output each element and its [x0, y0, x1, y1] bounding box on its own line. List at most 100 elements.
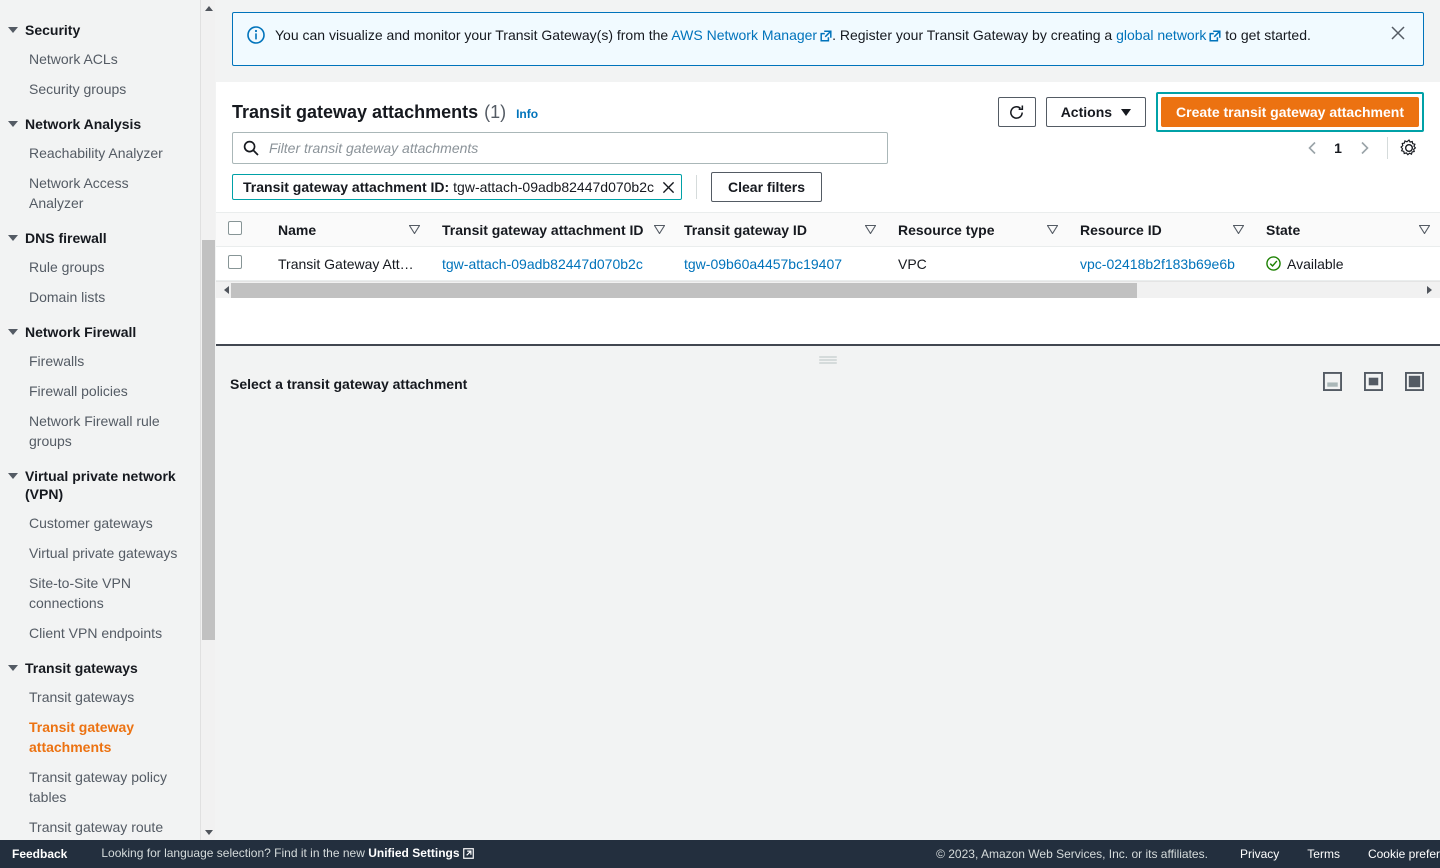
column-label: Resource ID [1080, 221, 1162, 238]
search-icon [243, 140, 259, 156]
table-row[interactable]: Transit Gateway Att… tgw-attach-09adb824… [216, 246, 1440, 281]
sidebar-item-site-to-site-vpn-connections[interactable]: Site-to-Site VPN connections [0, 568, 196, 618]
table-panel: Transit gateway attachments (1) Info Act… [216, 82, 1440, 344]
nav-group-dns-firewall: DNS firewall Rule groups Domain lists [0, 224, 196, 312]
table-preferences-button[interactable] [1396, 135, 1422, 161]
unified-settings-link[interactable]: Unified Settings [368, 846, 459, 860]
filter-token[interactable]: Transit gateway attachment ID: tgw-attac… [232, 174, 682, 200]
page-footer: Feedback Looking for language selection?… [0, 840, 1440, 868]
pagination-page-1[interactable]: 1 [1327, 140, 1349, 156]
pagination-prev-button[interactable] [1297, 133, 1327, 163]
nav-group-header-network-analysis[interactable]: Network Analysis [0, 110, 196, 138]
sidebar-item-virtual-private-gateways[interactable]: Virtual private gateways [0, 538, 196, 568]
nav-group-header-transit-gateways[interactable]: Transit gateways [0, 654, 196, 682]
sort-icon[interactable] [1037, 225, 1058, 234]
panel-header: Transit gateway attachments (1) Info Act… [216, 82, 1440, 132]
scroll-down-arrow-icon[interactable] [201, 824, 216, 840]
resource-id-link[interactable]: vpc-02418b2f183b69e6b [1080, 256, 1235, 272]
column-header-name[interactable]: Name [266, 212, 430, 247]
table-horizontal-scrollbar[interactable] [216, 281, 1440, 298]
column-header-attachment-id[interactable]: Transit gateway attachment ID [430, 212, 672, 247]
search-box[interactable] [232, 132, 888, 164]
sidebar-item-transit-gateways[interactable]: Transit gateways [0, 682, 196, 712]
scroll-up-arrow-icon[interactable] [201, 0, 216, 16]
sidebar-item-domain-lists[interactable]: Domain lists [0, 282, 196, 312]
column-header-transit-gateway-id[interactable]: Transit gateway ID [672, 212, 886, 247]
cell-attachment-id: tgw-attach-09adb82447d070b2c [430, 246, 672, 281]
split-panel-layout-controls [1323, 372, 1424, 394]
sort-icon[interactable] [644, 225, 665, 234]
split-panel: Select a transit gateway attachment [216, 344, 1440, 840]
chevron-right-icon [1360, 141, 1369, 155]
column-header-resource-type[interactable]: Resource type [886, 212, 1068, 247]
sidebar-item-transit-gateway-policy-tables[interactable]: Transit gateway policy tables [0, 762, 196, 812]
nav-group-header-vpn[interactable]: Virtual private network (VPN) [0, 462, 196, 508]
column-label: Resource type [898, 221, 995, 238]
clear-filters-button[interactable]: Clear filters [711, 172, 823, 202]
nav-group-header-network-firewall[interactable]: Network Firewall [0, 318, 196, 346]
sidebar-item-customer-gateways[interactable]: Customer gateways [0, 508, 196, 538]
attachment-id-link[interactable]: tgw-attach-09adb82447d070b2c [442, 256, 643, 272]
layout-bottom-icon[interactable] [1323, 372, 1342, 394]
row-checkbox[interactable] [228, 255, 242, 269]
feedback-link[interactable]: Feedback [12, 847, 67, 861]
transit-gateway-id-link[interactable]: tgw-09b60a4457bc19407 [684, 256, 842, 272]
sidebar-item-client-vpn-endpoints[interactable]: Client VPN endpoints [0, 618, 196, 648]
page-title: Transit gateway attachments (1) Info [232, 102, 538, 123]
sidebar-item-security-groups[interactable]: Security groups [0, 74, 196, 104]
banner-text-part2: . Register your Transit Gateway by creat… [832, 27, 1117, 43]
page-title-text: Transit gateway attachments [232, 101, 479, 122]
cookie-preferences-link[interactable]: Cookie prefer [1368, 847, 1440, 861]
nav-group-vpn: Virtual private network (VPN) Customer g… [0, 462, 196, 648]
sidebar-item-transit-gateway-route-tables[interactable]: Transit gateway route tables [0, 812, 196, 840]
sidebar-item-network-acls[interactable]: Network ACLs [0, 44, 196, 74]
caret-down-icon [8, 659, 18, 677]
layout-side-icon[interactable] [1405, 372, 1424, 394]
sort-icon[interactable] [855, 225, 876, 234]
sidebar-scrollbar[interactable] [200, 0, 215, 840]
filter-token-remove-button[interactable] [662, 181, 675, 194]
split-panel-drag-handle[interactable] [819, 356, 837, 364]
pagination-next-button[interactable] [1349, 133, 1379, 163]
aws-network-manager-link[interactable]: AWS Network Manager [671, 27, 817, 43]
active-filters-row: Transit gateway attachment ID: tgw-attac… [216, 164, 1440, 202]
nav-group-label: Network Analysis [25, 116, 142, 132]
sidebar-item-firewalls[interactable]: Firewalls [0, 346, 196, 376]
scroll-right-arrow-icon[interactable] [1422, 282, 1437, 298]
sidebar-item-firewall-policies[interactable]: Firewall policies [0, 376, 196, 406]
caret-down-icon [8, 229, 18, 247]
layout-center-icon[interactable] [1364, 372, 1383, 394]
item-count: (1) [484, 101, 507, 122]
table-scrollbar-thumb[interactable] [231, 283, 1137, 298]
sort-icon[interactable] [1409, 225, 1430, 234]
sidebar-item-transit-gateway-attachments[interactable]: Transit gateway attachments [0, 712, 196, 762]
info-link[interactable]: Info [516, 107, 538, 121]
sort-icon[interactable] [399, 225, 420, 234]
select-all-checkbox[interactable] [228, 221, 242, 235]
terms-link[interactable]: Terms [1307, 847, 1340, 861]
sidebar-scrollbar-thumb[interactable] [202, 240, 215, 640]
sidebar-item-rule-groups[interactable]: Rule groups [0, 252, 196, 282]
footer-right: © 2023, Amazon Web Services, Inc. or its… [936, 847, 1440, 861]
create-transit-gateway-attachment-button[interactable]: Create transit gateway attachment [1161, 97, 1419, 127]
filter-token-value: tgw-attach-09adb82447d070b2c [453, 179, 654, 195]
nav-group-label: Network Firewall [25, 324, 137, 340]
attachments-table: Name Transit gateway attachment ID Trans… [216, 212, 1440, 281]
sidebar-item-network-firewall-rule-groups[interactable]: Network Firewall rule groups [0, 406, 196, 456]
sidebar-item-reachability-analyzer[interactable]: Reachability Analyzer [0, 138, 196, 168]
global-network-link[interactable]: global network [1116, 27, 1206, 43]
privacy-link[interactable]: Privacy [1240, 847, 1279, 861]
nav-group-header-dns-firewall[interactable]: DNS firewall [0, 224, 196, 252]
actions-button[interactable]: Actions [1045, 97, 1147, 127]
nav-group-header-security[interactable]: Security [0, 16, 196, 44]
external-link-icon [1209, 28, 1221, 46]
check-circle-icon [1266, 256, 1281, 271]
cell-name: Transit Gateway Att… [266, 246, 430, 281]
sidebar-item-network-access-analyzer[interactable]: Network Access Analyzer [0, 168, 196, 218]
banner-close-button[interactable] [1387, 25, 1409, 41]
column-header-resource-id[interactable]: Resource ID [1068, 212, 1254, 247]
refresh-button[interactable] [997, 97, 1036, 127]
sort-icon[interactable] [1223, 225, 1244, 234]
column-header-state[interactable]: State [1254, 212, 1440, 247]
search-input[interactable] [267, 134, 887, 162]
